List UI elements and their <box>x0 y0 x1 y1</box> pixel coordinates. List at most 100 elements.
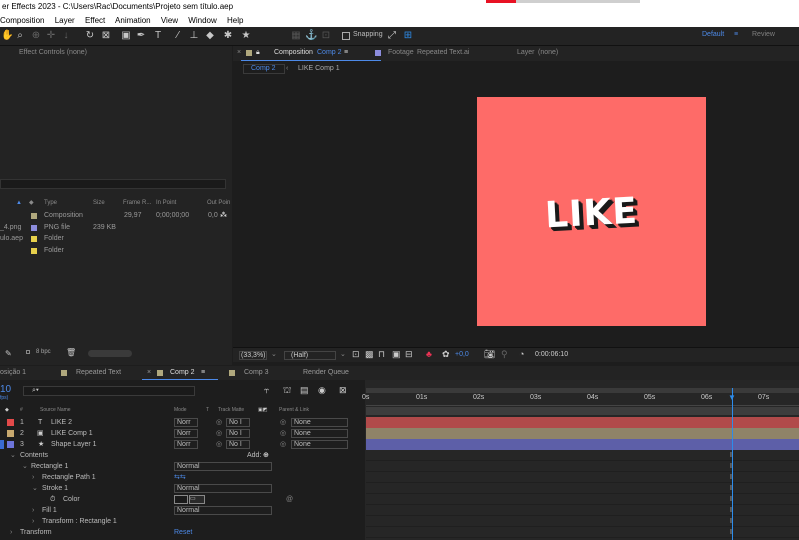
keyframe-marker[interactable]: I <box>730 529 732 536</box>
current-time-display[interactable]: 10 <box>0 384 11 395</box>
keyframe-marker[interactable]: I <box>730 518 732 525</box>
footage-tab-label[interactable]: Footage <box>388 49 414 56</box>
chevron-down-icon[interactable]: ⌄ <box>32 483 38 494</box>
current-timecode[interactable]: 0:00:06:10 <box>535 351 568 358</box>
track-matte-dropdown[interactable]: No I <box>226 418 250 427</box>
bpc-label[interactable]: 8 bpc <box>36 349 51 355</box>
chevron-right-icon[interactable]: › <box>32 472 34 483</box>
layer-mode-dropdown[interactable]: Norr <box>174 429 198 438</box>
add-content-icon[interactable]: ⊕ <box>263 450 269 461</box>
playhead-line[interactable] <box>732 388 733 540</box>
chevron-down-icon[interactable]: ⌄ <box>22 461 28 472</box>
project-item[interactable]: Folder <box>0 245 232 257</box>
breadcrumb-like-comp[interactable]: LIKE Comp 1 <box>298 65 340 72</box>
show-snapshot-icon[interactable]: ⚲ <box>501 349 508 360</box>
breadcrumb-comp-2[interactable]: Comp 2 <box>243 64 285 74</box>
flowchart-icon[interactable]: ⁂ <box>220 210 227 222</box>
mask-visibility-icon[interactable]: ⊓ <box>378 349 385 360</box>
track-matte-dropdown[interactable]: No I <box>226 429 250 438</box>
chevron-down-icon[interactable]: ⌄ <box>10 450 16 461</box>
composition-canvas[interactable]: LIKE <box>477 97 706 326</box>
magnification-dropdown[interactable]: (33,3%) <box>239 351 267 360</box>
workspace-menu-icon[interactable]: ≡ <box>734 31 738 38</box>
property-stroke-1[interactable]: ⌄ Stroke 1 Normal <box>0 483 365 494</box>
rectangle-tool-icon[interactable]: ▣ <box>120 30 132 42</box>
col-mode[interactable]: Mode <box>174 406 187 415</box>
lock-icon[interactable]: 🔒︎ <box>256 49 260 57</box>
frame-blending-icon[interactable]: ▤ <box>300 385 309 396</box>
keyframe-marker[interactable]: I <box>730 474 732 481</box>
comp-mini-flowchart-icon[interactable]: ⥾ <box>264 385 269 396</box>
layer-row-like-comp-1[interactable]: 2 ▣ LIKE Comp 1 Norr ◎ No I ◎ None <box>0 428 365 439</box>
keyframe-marker[interactable]: I <box>730 452 732 459</box>
graph-editor-icon[interactable]: ⊠ <box>339 385 347 396</box>
tab-composicao-1[interactable]: osição 1 <box>0 369 26 376</box>
channel-icon[interactable]: ⊟ <box>405 349 413 360</box>
layer-mode-dropdown[interactable]: Norr <box>174 440 198 449</box>
brush-tool-icon[interactable]: ⁄ <box>172 30 184 42</box>
world-axis-icon[interactable]: ⚓ <box>305 30 317 42</box>
eyedropper-icon[interactable]: ▭ <box>189 495 205 504</box>
color-channels-icon[interactable]: ♣ <box>426 349 432 359</box>
tab-menu-icon[interactable]: ≡ <box>344 49 348 56</box>
trash-icon[interactable]: 🗑 <box>66 348 76 357</box>
transparency-grid-icon[interactable]: ▩ <box>365 349 374 360</box>
view-axis-icon[interactable]: ⊡ <box>320 30 332 42</box>
orbit-tool-icon[interactable]: ⊕ <box>30 30 42 42</box>
keyframe-marker[interactable]: I <box>730 485 732 492</box>
timeline-search-input[interactable]: ⌕▾ <box>23 386 195 396</box>
track-matte-pickwhip-icon[interactable]: ◎ <box>216 417 222 428</box>
dolly-tool-icon[interactable]: ↓ <box>60 30 72 42</box>
col-type[interactable]: Type <box>44 198 57 208</box>
shy-layers-icon[interactable]: ⛫ <box>283 385 291 397</box>
parent-dropdown[interactable]: None <box>291 418 348 427</box>
parent-dropdown[interactable]: None <box>291 440 348 449</box>
property-color[interactable]: ⏱︎ Color ▭ @ <box>0 494 365 505</box>
project-item[interactable]: ulo.aep Folder <box>0 233 232 245</box>
layer-label-swatch[interactable] <box>7 430 14 437</box>
parent-pickwhip-icon[interactable]: ◎ <box>280 439 286 450</box>
workspace-default[interactable]: Default <box>702 31 724 38</box>
col-in-point[interactable]: In Point <box>156 198 176 208</box>
chevron-right-icon[interactable]: › <box>32 505 34 516</box>
menu-window[interactable]: Window <box>188 16 216 25</box>
track-matte-pickwhip-icon[interactable]: ◎ <box>216 439 222 450</box>
eraser-tool-icon[interactable]: ◆ <box>204 30 216 42</box>
tab-comp-3[interactable]: Comp 3 <box>244 369 269 376</box>
col-track-matte[interactable]: Track Matte <box>218 406 244 415</box>
col-source-name[interactable]: Source Name <box>40 406 71 415</box>
footage-tab-name[interactable]: Repeated Text.ai <box>417 49 469 56</box>
tab-comp-2[interactable]: Comp 2 <box>170 369 195 376</box>
layer-bar-like-2[interactable] <box>366 417 799 428</box>
keyframe-marker[interactable]: I <box>730 463 732 470</box>
layer-mode-dropdown[interactable]: Norr <box>174 418 198 427</box>
effect-controls-title[interactable]: Effect Controls (none) <box>19 49 87 56</box>
property-rectangle-1[interactable]: ⌄ Rectangle 1 Normal <box>0 461 365 472</box>
like-text[interactable]: LIKE <box>476 187 707 240</box>
close-tab-icon[interactable]: × <box>237 49 241 56</box>
snapping-checkbox[interactable] <box>342 32 350 40</box>
project-item[interactable]: Composition 29,97 0;00;00;00 0,0 ⁂ <box>0 210 232 222</box>
layer-label-swatch[interactable] <box>7 441 14 448</box>
layer-tab-label[interactable]: Layer <box>517 49 535 56</box>
roto-tool-icon[interactable]: ✱ <box>222 30 234 42</box>
path-direction-icon[interactable]: ⇆⇆ <box>174 472 186 483</box>
menu-animation[interactable]: Animation <box>115 16 151 25</box>
hand-tool-icon[interactable]: ✋ <box>1 30 13 42</box>
blend-mode-dropdown[interactable]: Normal <box>174 462 272 471</box>
chevron-right-icon[interactable]: › <box>32 516 34 527</box>
track-matte-pickwhip-icon[interactable]: ◎ <box>216 428 222 439</box>
resolution-dropdown[interactable]: (Half) <box>284 351 336 360</box>
type-tool-icon[interactable]: T <box>152 30 164 42</box>
pen-tool-icon[interactable]: ✒ <box>135 30 147 42</box>
col-frame-rate[interactable]: Frame R... <box>123 198 151 208</box>
region-of-interest-icon[interactable]: ⊡ <box>352 349 360 360</box>
menu-effect[interactable]: Effect <box>85 16 105 25</box>
property-fill-1[interactable]: › Fill 1 Normal <box>0 505 365 516</box>
snap-edges-icon[interactable]: ⊞ <box>402 30 414 42</box>
pan-tool-icon[interactable]: ✛ <box>45 30 57 42</box>
menu-help[interactable]: Help <box>227 16 243 25</box>
close-tab-icon[interactable]: × <box>147 369 151 376</box>
pickwhip-icon[interactable]: @ <box>286 494 293 505</box>
layer-label-swatch[interactable] <box>7 419 14 426</box>
